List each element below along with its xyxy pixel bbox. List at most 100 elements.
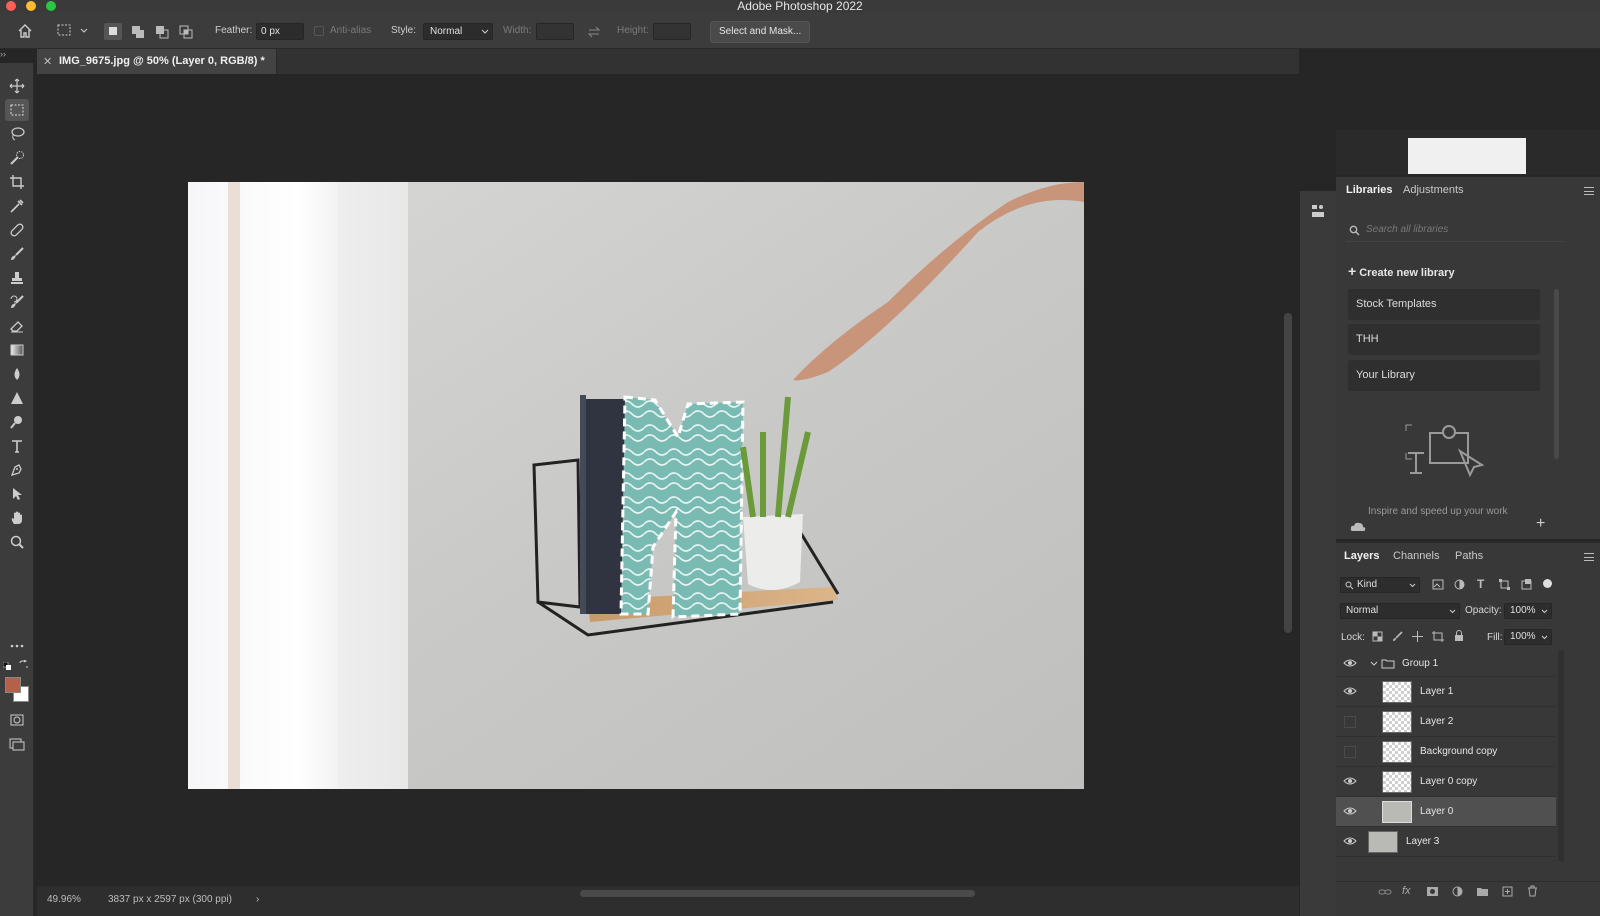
navigator-thumbnail[interactable] xyxy=(1408,138,1526,174)
canvas-vertical-scrollbar[interactable] xyxy=(1284,313,1292,633)
chevron-down-icon[interactable] xyxy=(1370,661,1378,667)
eye-icon[interactable] xyxy=(1343,776,1357,786)
blur-tool[interactable] xyxy=(5,363,29,385)
type-tool[interactable] xyxy=(5,435,29,457)
antialias-checkbox[interactable] xyxy=(314,26,324,36)
document-tab[interactable]: ✕ IMG_9675.jpg @ 50% (Layer 0, RGB/8) * xyxy=(37,49,277,74)
fx-icon[interactable]: fx xyxy=(1402,885,1411,897)
layer-group-row[interactable]: Group 1 xyxy=(1336,651,1556,677)
panel-menu-icon[interactable] xyxy=(1584,187,1594,195)
lock-transparent-icon[interactable] xyxy=(1372,631,1383,642)
layer-row[interactable]: Layer 2 xyxy=(1336,707,1556,737)
layer-row[interactable]: Layer 0 copy xyxy=(1336,767,1556,797)
status-menu-arrow[interactable]: › xyxy=(256,894,259,905)
library-item-stock-templates[interactable]: Stock Templates xyxy=(1348,289,1540,320)
edit-toolbar-button[interactable] xyxy=(5,635,29,657)
new-adjustment-icon[interactable] xyxy=(1452,886,1463,897)
filter-smart-object-icon[interactable] xyxy=(1521,579,1532,590)
path-select-tool[interactable] xyxy=(5,483,29,505)
eye-icon[interactable] xyxy=(1343,686,1357,696)
quick-select-tool[interactable] xyxy=(5,147,29,169)
spot-healing-tool[interactable] xyxy=(5,219,29,241)
tab-paths[interactable]: Paths xyxy=(1455,550,1483,562)
eye-icon[interactable] xyxy=(1343,658,1357,668)
canvas-horizontal-scrollbar[interactable] xyxy=(580,890,975,897)
subtract-selection-icon[interactable] xyxy=(155,25,169,39)
tool-preset-picker[interactable] xyxy=(55,22,95,40)
visibility-toggle-off[interactable] xyxy=(1344,716,1356,728)
layers-scrollbar[interactable] xyxy=(1558,651,1564,861)
lock-all-icon[interactable] xyxy=(1454,630,1464,642)
swap-colors-icon[interactable] xyxy=(19,659,28,669)
new-group-icon[interactable] xyxy=(1476,886,1489,897)
foreground-color-swatch[interactable] xyxy=(5,677,21,693)
eraser-tool[interactable] xyxy=(5,315,29,337)
filter-pixel-icon[interactable] xyxy=(1432,579,1444,590)
libraries-scrollbar[interactable] xyxy=(1554,289,1559,459)
crop-tool[interactable] xyxy=(5,171,29,193)
library-item-your-library[interactable]: Your Library xyxy=(1348,360,1540,391)
layer-row[interactable]: Background copy xyxy=(1336,737,1556,767)
add-mask-icon[interactable] xyxy=(1426,886,1439,897)
select-and-mask-button[interactable]: Select and Mask... xyxy=(710,21,811,43)
eye-icon[interactable] xyxy=(1343,806,1357,816)
visibility-toggle-off[interactable] xyxy=(1344,746,1356,758)
fill-input[interactable]: 100% xyxy=(1504,629,1552,645)
lock-pixels-icon[interactable] xyxy=(1392,631,1403,642)
brush-tool[interactable] xyxy=(5,243,29,265)
layer-row[interactable]: Layer 1 xyxy=(1336,677,1556,707)
zoom-level[interactable]: 49.96% xyxy=(47,894,81,905)
hand-tool[interactable] xyxy=(5,507,29,529)
library-search[interactable]: Search all libraries xyxy=(1346,218,1564,242)
add-selection-icon[interactable] xyxy=(131,25,145,39)
default-colors-icon[interactable] xyxy=(2,661,11,670)
blend-mode-select[interactable]: Normal xyxy=(1340,603,1460,619)
cloud-icon[interactable] xyxy=(1350,521,1366,533)
filter-adjustment-icon[interactable] xyxy=(1454,579,1465,590)
gradient-tool[interactable] xyxy=(5,339,29,361)
filter-toggle-icon[interactable] xyxy=(1543,579,1552,588)
lock-artboard-icon[interactable] xyxy=(1432,631,1444,642)
marquee-tool[interactable] xyxy=(5,99,29,121)
layer-row-selected[interactable]: Layer 0 xyxy=(1336,797,1556,827)
move-tool[interactable] xyxy=(5,75,29,97)
eye-icon[interactable] xyxy=(1343,836,1357,846)
close-tab-icon[interactable]: ✕ xyxy=(43,55,52,68)
swap-icon[interactable] xyxy=(587,25,601,39)
clone-stamp-tool[interactable] xyxy=(5,267,29,289)
screen-mode-button[interactable] xyxy=(5,733,29,755)
add-library-icon[interactable]: + xyxy=(1536,515,1545,533)
properties-icon[interactable] xyxy=(1310,203,1326,219)
collapse-panels-icon[interactable]: ›› xyxy=(0,49,14,63)
home-icon[interactable] xyxy=(17,23,33,39)
height-input[interactable] xyxy=(653,23,691,40)
style-select[interactable]: Normal xyxy=(423,23,493,40)
lock-position-icon[interactable] xyxy=(1412,631,1423,642)
layers-panel-menu-icon[interactable] xyxy=(1584,553,1594,561)
layer-filter-select[interactable]: Kind xyxy=(1340,577,1420,593)
sharpen-tool[interactable] xyxy=(5,387,29,409)
new-selection-button[interactable] xyxy=(104,23,122,40)
link-layers-icon[interactable] xyxy=(1378,887,1392,897)
dodge-tool[interactable] xyxy=(5,411,29,433)
tab-layers[interactable]: Layers xyxy=(1344,550,1379,562)
create-new-library-button[interactable]: + Create new library xyxy=(1348,263,1455,279)
feather-input[interactable]: 0 px xyxy=(256,23,304,40)
intersect-selection-icon[interactable] xyxy=(179,25,193,39)
quick-mask-button[interactable] xyxy=(5,709,29,731)
layer-row[interactable]: Layer 3 xyxy=(1336,827,1556,857)
document-image[interactable] xyxy=(188,182,1084,789)
tab-libraries[interactable]: Libraries xyxy=(1346,184,1392,196)
pen-tool[interactable] xyxy=(5,459,29,481)
eyedropper-tool[interactable] xyxy=(5,195,29,217)
tab-channels[interactable]: Channels xyxy=(1393,550,1439,562)
filter-shape-icon[interactable] xyxy=(1499,579,1510,590)
width-input[interactable] xyxy=(536,23,574,40)
opacity-input[interactable]: 100% xyxy=(1504,603,1552,619)
filter-type-icon[interactable]: T xyxy=(1477,577,1484,591)
tab-adjustments[interactable]: Adjustments xyxy=(1403,184,1464,196)
new-layer-icon[interactable] xyxy=(1502,886,1513,897)
library-item-thh[interactable]: THH xyxy=(1348,324,1540,355)
zoom-tool[interactable] xyxy=(5,531,29,553)
history-brush-tool[interactable] xyxy=(5,291,29,313)
